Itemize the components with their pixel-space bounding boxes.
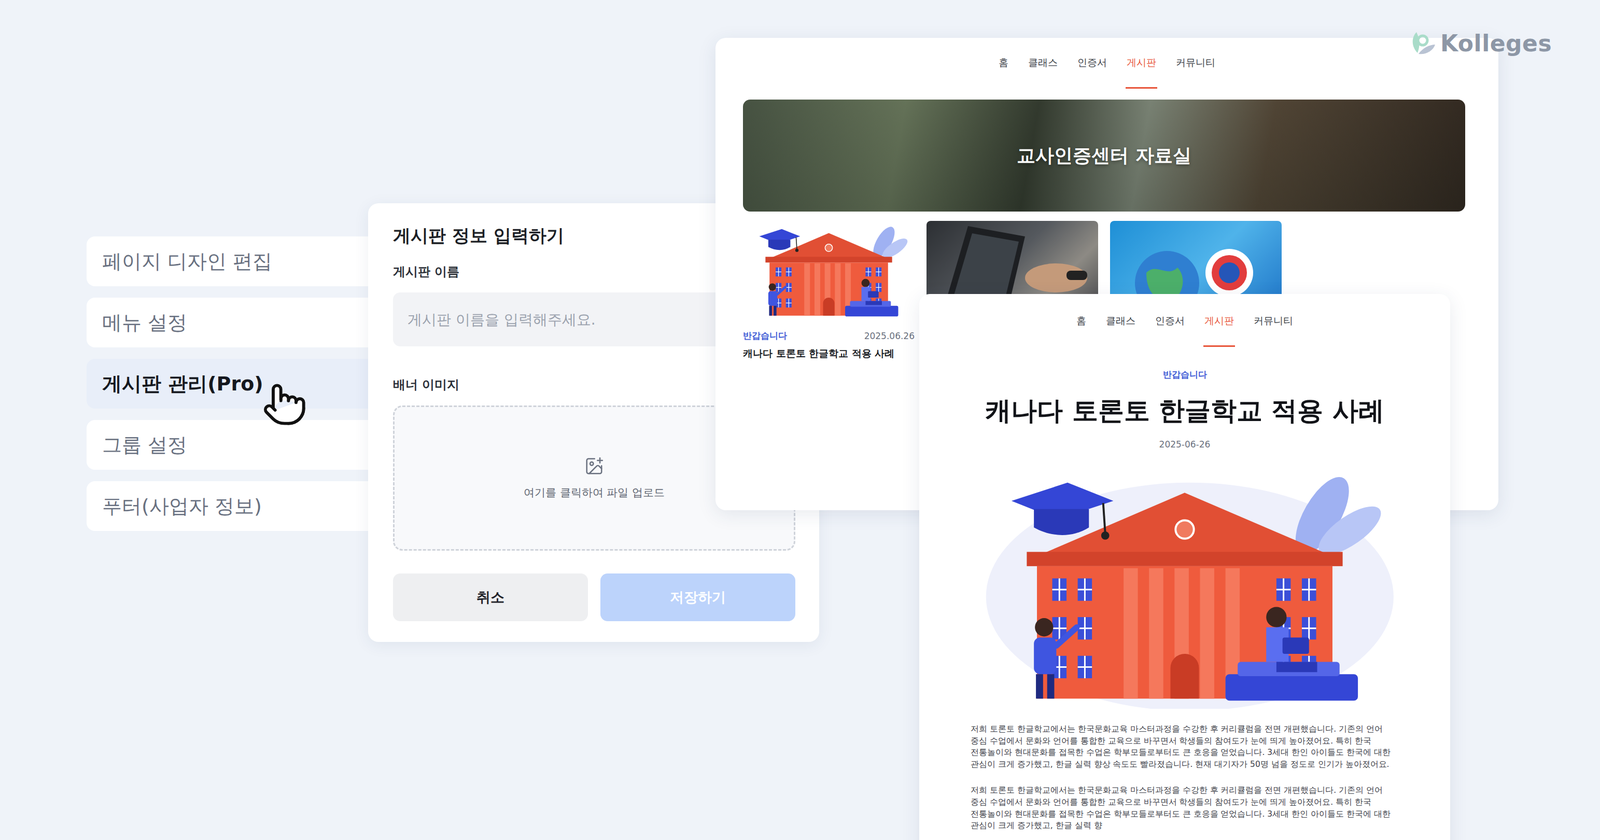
save-button[interactable]: 저장하기 <box>600 573 796 622</box>
post-title: 캐나다 토론토 한글학교 적용 사례 <box>985 394 1385 428</box>
post-card[interactable]: 반갑습니다 2025.06.26 캐나다 토론토 한글학교 적용 사례 <box>742 220 915 361</box>
logo-text: Kolleges <box>1440 30 1552 57</box>
post-date: 2025-06-26 <box>1159 439 1211 450</box>
hand-cursor-icon <box>261 381 308 428</box>
post-card-image <box>742 220 915 325</box>
sidebar-item[interactable]: 메뉴 설정 <box>86 297 377 348</box>
post-card-meta: 반갑습니다 2025.06.26 <box>742 329 915 342</box>
sidebar-item[interactable]: 게시판 관리(Pro) <box>86 358 377 409</box>
image-upload-icon <box>584 456 605 476</box>
post-paragraph: 저희 토론토 한글학교에서는 한국문화교육 마스터과정을 수강한 후 커리큘럼을… <box>970 723 1399 770</box>
nav-item[interactable]: 홈 <box>1075 314 1088 347</box>
school-illustration <box>742 220 915 325</box>
nav-item[interactable]: 게시판 <box>1125 55 1158 89</box>
post-paragraph: 저희 토론토 한글학교에서는 한국문화교육 마스터과정을 수강한 후 커리큘럼을… <box>970 784 1399 832</box>
school-illustration <box>970 474 1399 709</box>
post-tag: 반갑습니다 <box>1162 368 1207 381</box>
nav-item[interactable]: 클래스 <box>1104 314 1137 347</box>
kolleges-logo-icon <box>1409 29 1438 58</box>
nav-item[interactable]: 인증서 <box>1076 55 1108 89</box>
post-figure <box>970 474 1399 709</box>
post-date: 2025.06.26 <box>864 330 915 342</box>
post-title: 캐나다 토론토 한글학교 적용 사례 <box>742 346 915 361</box>
upload-text: 여기를 클릭하여 파일 업로드 <box>523 485 665 500</box>
sidebar-item[interactable]: 푸터(사업자 정보) <box>86 481 377 531</box>
post-body: 반갑습니다캐나다 토론토 한글학교 적용 사례 2025-06-26 저희 토론토 … <box>919 346 1451 832</box>
cancel-button[interactable]: 취소 <box>393 573 588 622</box>
form-buttons: 취소저장하기 <box>393 573 796 622</box>
post-tag: 반갑습니다 <box>742 329 788 342</box>
nav-item[interactable]: 커뮤니티 <box>1174 55 1217 89</box>
nav-item[interactable]: 게시판 <box>1203 314 1235 347</box>
site-nav: 홈 클래스 인증서 게시판 커뮤니티 <box>919 293 1451 347</box>
sidebar-item[interactable]: 그룹 설정 <box>86 419 377 470</box>
settings-sidebar: 페이지 디자인 편집메뉴 설정게시판 관리(Pro) 그룹 설정푸터(사업자 정보… <box>86 236 377 531</box>
nav-item[interactable]: 클래스 <box>1027 55 1059 89</box>
site-nav: 홈 클래스 인증서 게시판 커뮤니티 <box>715 37 1499 89</box>
post-page-window: 홈 클래스 인증서 게시판 커뮤니티반갑습니다캐나다 토론토 한글학교 적용 사례 202… <box>919 293 1451 840</box>
nav-item[interactable]: 커뮤니티 <box>1252 314 1295 347</box>
kolleges-logo: Kolleges <box>1409 29 1552 58</box>
canvas: Kolleges 페이지 디자인 편집메뉴 설정게시판 관리(Pro) 그룹 설정푸… <box>0 0 1600 840</box>
sidebar-item[interactable]: 페이지 디자인 편집 <box>86 236 377 287</box>
board-banner: 교사인증센터 자료실 <box>742 99 1466 212</box>
nav-item[interactable]: 인증서 <box>1154 314 1186 347</box>
banner-title: 교사인증센터 자료실 <box>1016 143 1192 169</box>
nav-item[interactable]: 홈 <box>997 55 1010 89</box>
